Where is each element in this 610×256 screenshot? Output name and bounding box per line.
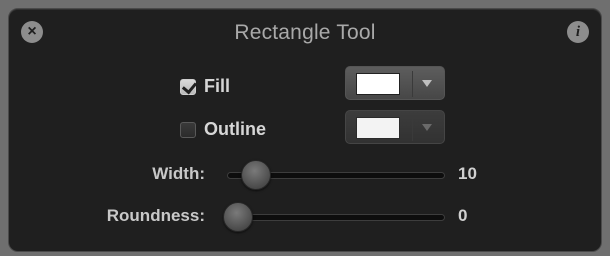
- width-slider-knob[interactable]: [241, 160, 271, 190]
- outline-checkbox[interactable]: [180, 121, 196, 138]
- roundness-label: Roundness:: [106, 206, 205, 225]
- fill-color-well[interactable]: [345, 66, 445, 100]
- chevron-down-icon[interactable]: [422, 80, 432, 87]
- well-divider: [412, 115, 413, 141]
- hud-title: Rectangle Tool: [234, 21, 376, 44]
- roundness-slider-knob[interactable]: [223, 202, 253, 232]
- info-icon[interactable]: i: [567, 21, 589, 43]
- roundness-value: 0: [458, 206, 468, 225]
- chevron-down-icon: [422, 124, 432, 131]
- rectangle-tool-hud: × Rectangle Tool i Fill Outline Width: 1…: [8, 8, 602, 252]
- width-label: Width:: [152, 164, 205, 183]
- outline-label: Outline: [204, 119, 266, 139]
- fill-option[interactable]: Fill: [180, 76, 230, 97]
- outline-color-swatch: [356, 117, 400, 139]
- fill-label: Fill: [204, 76, 230, 96]
- fill-color-swatch[interactable]: [356, 73, 400, 95]
- outline-option[interactable]: Outline: [180, 119, 266, 140]
- outline-color-well: [345, 110, 445, 144]
- width-value: 10: [458, 164, 477, 183]
- fill-checkbox[interactable]: [180, 78, 196, 95]
- well-divider: [412, 71, 413, 97]
- roundness-slider-track[interactable]: [227, 214, 445, 221]
